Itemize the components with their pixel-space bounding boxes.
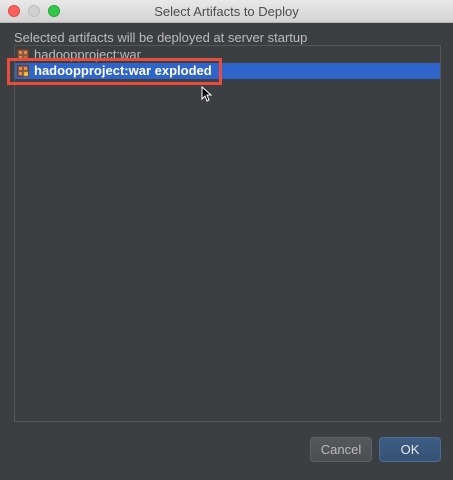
window-title: Select Artifacts to Deploy (154, 4, 299, 19)
artifact-icon (17, 49, 29, 61)
list-item-label: hadoopproject:war (34, 47, 141, 62)
artifact-list[interactable]: hadoopproject:war hadoopproject:war expl… (14, 45, 441, 422)
artifact-exploded-icon (17, 65, 29, 77)
list-item[interactable]: hadoopproject:war (15, 47, 440, 63)
mouse-cursor-icon (201, 86, 213, 102)
cancel-button[interactable]: Cancel (310, 437, 372, 462)
select-artifacts-dialog: Select Artifacts to Deploy Selected arti… (0, 0, 453, 480)
ok-button[interactable]: OK (379, 437, 441, 462)
title-bar: Select Artifacts to Deploy (0, 0, 453, 23)
list-item-label: hadoopproject:war exploded (34, 63, 212, 78)
list-item-selected[interactable]: hadoopproject:war exploded (15, 63, 440, 79)
dialog-description: Selected artifacts will be deployed at s… (14, 30, 308, 45)
